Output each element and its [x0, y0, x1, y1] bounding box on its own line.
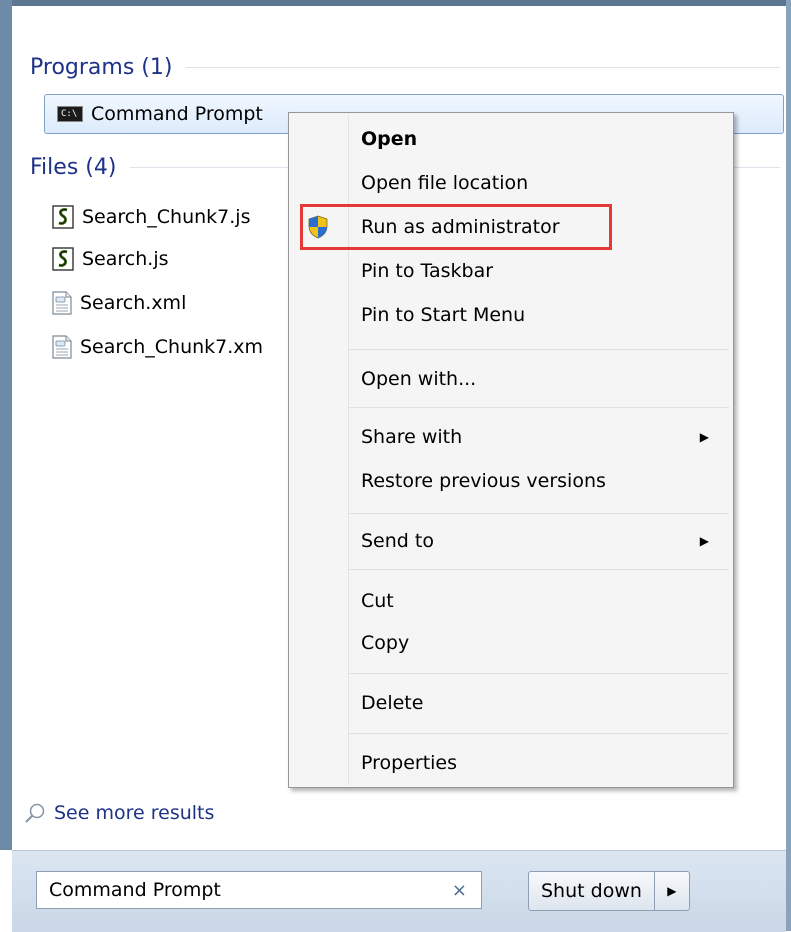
- program-item-label: Command Prompt: [91, 103, 263, 125]
- menu-item-delete[interactable]: Delete: [291, 683, 731, 723]
- menu-item-copy[interactable]: Copy: [291, 623, 731, 663]
- file-item-label: Search.js: [82, 248, 169, 270]
- menu-item-label: Open with...: [361, 368, 477, 390]
- search-input-value: Command Prompt: [49, 879, 221, 901]
- menu-item-open[interactable]: Open: [291, 119, 731, 159]
- search-input[interactable]: Command Prompt ×: [36, 871, 482, 909]
- xml-file-icon: [52, 291, 72, 315]
- menu-separator: [349, 349, 729, 350]
- submenu-arrow-icon: ▶: [699, 534, 709, 548]
- search-icon: [25, 803, 45, 823]
- menu-item-open-with[interactable]: Open with...: [291, 359, 731, 399]
- menu-item-open-file-location[interactable]: Open file location: [291, 163, 731, 203]
- menu-item-cut[interactable]: Cut: [291, 581, 731, 621]
- file-item[interactable]: Search.js: [52, 244, 169, 274]
- file-item[interactable]: Search_Chunk7.js: [52, 202, 250, 232]
- command-prompt-icon: C:\: [57, 106, 83, 122]
- menu-separator: [349, 407, 729, 408]
- menu-item-send-to[interactable]: Send to ▶: [291, 521, 731, 561]
- window-frame-left: [0, 0, 12, 850]
- programs-group-header: Programs (1): [30, 52, 780, 82]
- menu-item-label: Copy: [361, 632, 410, 654]
- xml-file-icon: [52, 335, 72, 359]
- shutdown-options-button[interactable]: ▶: [653, 872, 689, 910]
- search-bar-area: Command Prompt × Shut down ▶: [12, 850, 786, 932]
- menu-item-label: Pin to Taskbar: [361, 260, 494, 282]
- file-item-label: Search_Chunk7.js: [82, 206, 251, 228]
- menu-separator: [349, 513, 729, 514]
- programs-heading: Programs (1): [30, 54, 173, 80]
- menu-item-label: Properties: [361, 752, 458, 774]
- menu-item-label: Delete: [361, 692, 424, 714]
- js-file-icon: [52, 247, 74, 271]
- submenu-arrow-icon: ▶: [699, 430, 709, 444]
- menu-item-label: Share with: [361, 426, 463, 448]
- file-item[interactable]: Search_Chunk7.xm: [52, 332, 263, 362]
- js-file-icon: [52, 205, 74, 229]
- menu-separator: [349, 569, 729, 570]
- menu-item-pin-to-start-menu[interactable]: Pin to Start Menu: [291, 295, 731, 335]
- window-frame-right: [786, 0, 791, 931]
- menu-item-restore-previous-versions[interactable]: Restore previous versions: [291, 461, 731, 501]
- see-more-results-label: See more results: [54, 802, 215, 824]
- menu-item-label: Send to: [361, 530, 434, 552]
- shut-down-button[interactable]: Shut down: [529, 872, 654, 910]
- file-item-label: Search_Chunk7.xm: [80, 336, 264, 358]
- clear-search-icon[interactable]: ×: [452, 880, 467, 901]
- shutdown-control: Shut down ▶: [528, 871, 690, 911]
- menu-item-label: Restore previous versions: [361, 470, 606, 492]
- menu-item-label: Open file location: [361, 172, 529, 194]
- programs-divider: [186, 66, 780, 68]
- menu-item-properties[interactable]: Properties: [291, 743, 731, 783]
- menu-item-share-with[interactable]: Share with ▶: [291, 417, 731, 457]
- files-heading: Files (4): [30, 154, 117, 180]
- menu-item-label: Cut: [361, 590, 394, 612]
- run-as-administrator-highlight: [300, 204, 612, 250]
- menu-separator: [349, 733, 729, 734]
- file-item[interactable]: Search.xml: [52, 288, 186, 318]
- menu-item-label: Pin to Start Menu: [361, 304, 526, 326]
- file-item-label: Search.xml: [80, 292, 187, 314]
- see-more-results-link[interactable]: See more results: [24, 802, 214, 824]
- menu-separator: [349, 673, 729, 674]
- menu-item-pin-to-taskbar[interactable]: Pin to Taskbar: [291, 251, 731, 291]
- menu-item-label: Open: [361, 128, 418, 150]
